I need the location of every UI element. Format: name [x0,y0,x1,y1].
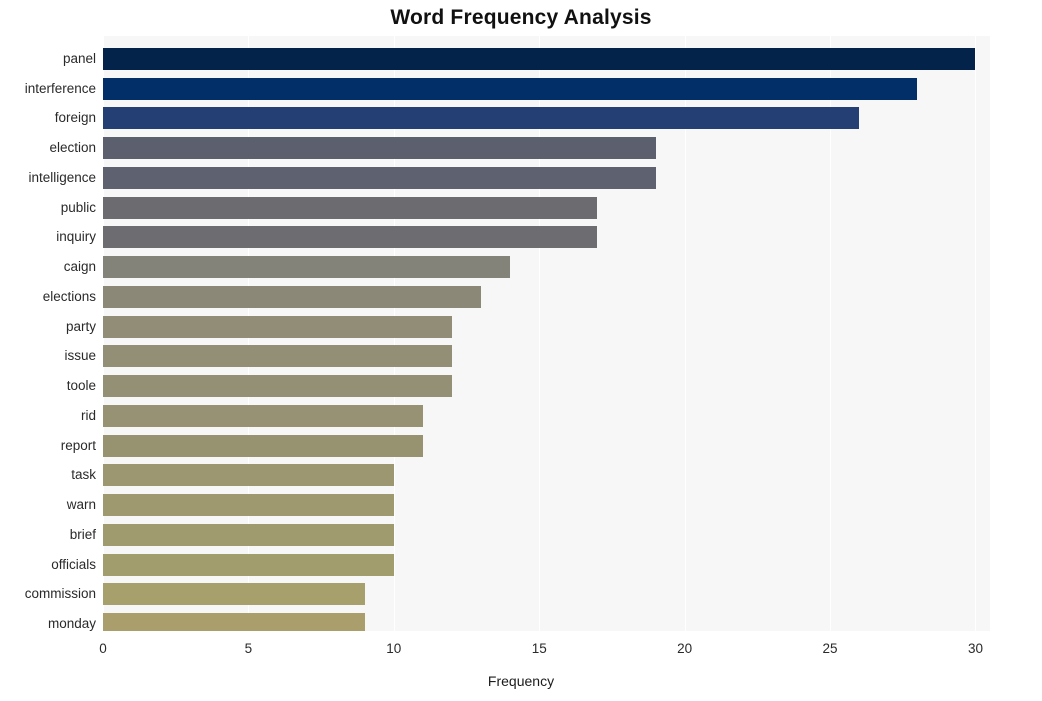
bar-foreign[interactable] [103,107,860,130]
y-tick-label-report: report [60,437,96,453]
x-tick-label-15: 15 [531,641,547,656]
bar-monday[interactable] [103,613,365,631]
bar-row [103,256,990,279]
bar-elections[interactable] [103,285,482,308]
y-tick-label-inquiry: inquiry [56,229,96,245]
x-tick-label-30: 30 [967,641,983,656]
y-tick-label-officials: officials [51,556,96,572]
bar-election[interactable] [103,137,656,160]
y-tick-label-toole: toole [66,378,96,394]
bar-row [103,464,990,487]
y-tick-label-monday: monday [47,616,96,632]
y-tick-label-task: task [71,467,96,483]
x-axis: 0 5 10 15 20 25 30 [99,631,990,661]
y-tick-label-interference: interference [24,80,96,96]
bar-brief[interactable] [103,523,394,546]
bar-row [103,137,990,160]
y-tick-label-caign: caign [63,259,96,275]
bar-row [103,523,990,546]
x-tick-label-25: 25 [822,641,838,656]
y-tick-label-foreign: foreign [54,110,96,126]
bar-row [103,166,990,189]
bar-row [103,404,990,427]
bar-row [103,77,990,100]
bar-row [103,375,990,398]
bar-row [103,226,990,249]
bar-row [103,196,990,219]
y-tick-label-intelligence: intelligence [28,169,96,185]
y-tick-label-panel: panel [62,50,96,66]
y-tick-label-commission: commission [24,586,96,602]
bar-rid[interactable] [103,404,423,427]
word-frequency-chart: Word Frequency Analysis panel interferenc… [0,0,1042,701]
bar-public[interactable] [103,196,598,219]
bar-panel[interactable] [103,47,976,70]
bar-row [103,285,990,308]
bar-task[interactable] [103,464,394,487]
x-tick-label-10: 10 [386,641,402,656]
y-tick-label-elections: elections [42,288,96,304]
y-tick-label-issue: issue [64,348,96,364]
bar-row [103,315,990,338]
bar-row [103,434,990,457]
bar-issue[interactable] [103,345,452,368]
y-tick-label-election: election [49,140,96,156]
x-axis-title: Frequency [487,673,555,689]
bar-row [103,345,990,368]
bar-row [103,494,990,517]
y-tick-label-warn: warn [66,497,96,513]
y-axis: panel interference foreign election intellig… [0,36,96,631]
y-tick-label-party: party [65,318,96,334]
y-tick-label-public: public [60,199,96,215]
x-tick-label-0: 0 [99,641,107,656]
bar-row [103,47,990,70]
bar-intelligence[interactable] [103,166,656,189]
bar-row [103,613,990,631]
x-tick-label-5: 5 [244,641,253,656]
bar-report[interactable] [103,434,423,457]
bar-interference[interactable] [103,77,918,100]
bar-commission[interactable] [103,583,365,606]
bar-officials[interactable] [103,553,394,576]
bar-caign[interactable] [103,256,511,279]
bar-row [103,553,990,576]
y-tick-label-brief: brief [69,526,96,542]
bar-inquiry[interactable] [103,226,598,249]
plot-area [103,36,990,631]
y-tick-label-rid: rid [80,407,96,423]
bar-party[interactable] [103,315,452,338]
chart-title: Word Frequency Analysis [390,6,652,29]
x-tick-label-20: 20 [677,641,693,656]
bar-row [103,107,990,130]
bar-toole[interactable] [103,375,452,398]
bar-warn[interactable] [103,494,394,517]
bar-row [103,583,990,606]
